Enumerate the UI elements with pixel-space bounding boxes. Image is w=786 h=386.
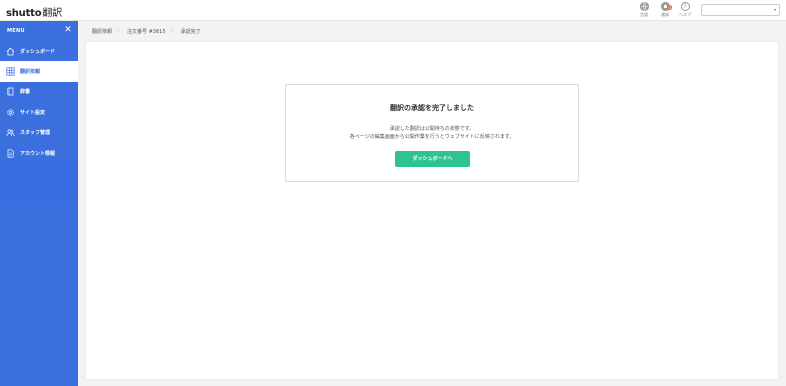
menu-title: MENU <box>7 28 25 34</box>
card-message: 承認した翻訳は公開待ちの状態です。 各ページの編集画面から公開作業を行うとウェブ… <box>286 125 578 141</box>
sidebar-item-dashboard[interactable]: ダッシュボード <box>0 41 78 61</box>
home-icon <box>6 47 15 56</box>
language-select[interactable]: ▾ <box>701 4 780 16</box>
sidebar-item-label: サイト設定 <box>20 109 46 116</box>
sidebar-item-translation-request[interactable]: 翻訳依頼 <box>0 61 78 82</box>
gear-icon <box>7 109 14 116</box>
chevron-right-icon: 〉 <box>170 28 176 35</box>
users-icon <box>6 129 15 137</box>
breadcrumb-item-translation-request[interactable]: 翻訳依頼 <box>92 28 112 35</box>
chevron-down-icon: ▾ <box>773 7 776 12</box>
close-icon[interactable]: ✕ <box>63 25 73 35</box>
book-icon <box>7 88 14 96</box>
card-message-line: 承認した翻訳は公開待ちの状態です。 <box>389 126 475 132</box>
breadcrumb-item-current: 承認完了 <box>180 28 201 35</box>
help-label: ヘルプ <box>679 12 691 17</box>
sidebar-item-label: スタッフ管理 <box>20 130 51 137</box>
sidebar-item-label: ダッシュボード <box>20 48 56 55</box>
go-to-dashboard-button[interactable]: ダッシュボードへ <box>395 151 470 167</box>
sidebar-item-label: 辞書 <box>20 89 31 96</box>
sidebar-item-dictionary[interactable]: 辞書 <box>0 82 78 102</box>
help-button[interactable]: ? ヘルプ <box>673 2 697 19</box>
app-logo[interactable]: shutto翻訳 <box>6 4 62 19</box>
chevron-right-icon: 〉 <box>117 28 123 35</box>
sidebar-item-account-info[interactable]: アカウント情報 <box>0 143 78 163</box>
globe-icon <box>639 2 649 11</box>
document-icon <box>7 149 14 158</box>
sidebar-header: MENU ✕ <box>0 21 78 41</box>
notification-badge: 0 <box>667 5 672 10</box>
sidebar-item-staff-management[interactable]: スタッフ管理 <box>0 123 78 143</box>
sidebar-item-label: アカウント情報 <box>20 150 56 157</box>
breadcrumb-item-order[interactable]: 注文番号 #3615 <box>127 28 166 35</box>
top-header: shutto翻訳 言語 0 通知 ? ヘルプ ▾ <box>0 0 786 21</box>
sidebar-item-label: 翻訳依頼 <box>20 69 41 76</box>
help-icon: ? <box>680 2 690 11</box>
breadcrumb: 翻訳依頼 〉 注文番号 #3615 〉 承認完了 <box>78 21 786 41</box>
sidebar: MENU ✕ ダッシュボード 翻訳依頼 辞書 サイト設定 スタッフ管理 アカウン… <box>0 21 78 386</box>
completion-card: 翻訳の承認を完了しました 承認した翻訳は公開待ちの状態です。 各ページの編集画面… <box>285 84 579 182</box>
grid-icon <box>6 67 15 76</box>
card-title: 翻訳の承認を完了しました <box>390 104 474 112</box>
sidebar-item-site-settings[interactable]: サイト設定 <box>0 102 78 122</box>
card-message-line: 各ページの編集画面から公開作業を行うとウェブサイトに反映されます。 <box>349 134 515 140</box>
